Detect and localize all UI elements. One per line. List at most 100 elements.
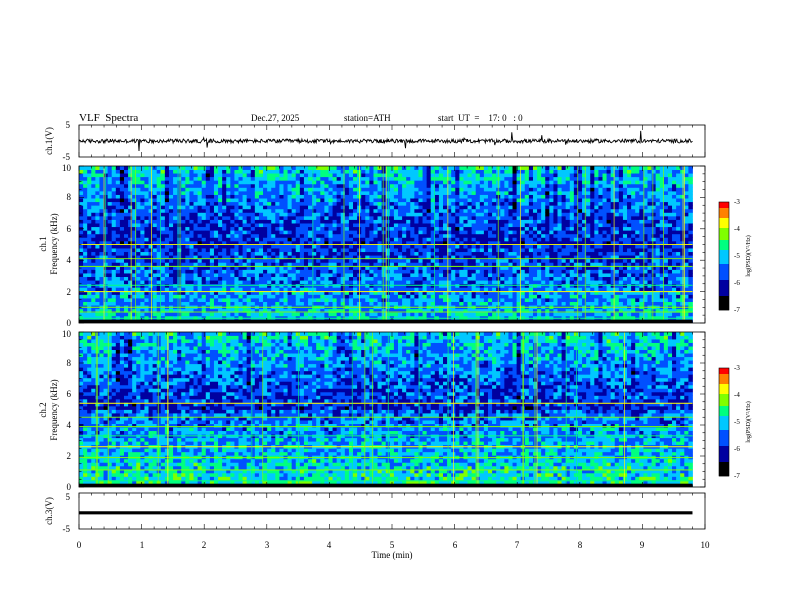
spectrogram-cell <box>95 262 100 267</box>
spectrogram-cell <box>144 280 149 285</box>
spectrogram-cell <box>500 248 505 253</box>
spectrogram-cell <box>361 312 366 317</box>
spectrogram-cell <box>201 187 207 192</box>
spectrogram-cell <box>524 223 530 228</box>
spectrogram-cell <box>340 223 346 228</box>
spectrogram-cell <box>377 180 383 185</box>
spectrogram-cell <box>361 212 366 217</box>
spectrogram-cell <box>258 208 264 213</box>
spectrogram-cell <box>234 262 239 267</box>
spectrogram-cell <box>246 198 252 203</box>
spectrogram-cell <box>377 262 383 267</box>
spectrogram-cell <box>410 205 415 210</box>
spectrogram-cell <box>185 166 190 170</box>
spectrogram-cell <box>467 183 473 188</box>
spectrogram-cell <box>365 187 370 192</box>
spectrogram-cell <box>234 226 239 231</box>
spectrogram-cell <box>308 180 313 185</box>
spectrogram-cell <box>140 280 145 285</box>
spectrogram-cell <box>299 237 305 242</box>
spectrogram-cell <box>181 280 186 285</box>
spectrogram-cell <box>508 223 513 228</box>
spectrogram-cell <box>291 287 297 292</box>
spectrogram-cell <box>344 230 350 235</box>
spectrogram-cell <box>353 262 358 267</box>
spectrogram-cell <box>348 301 354 306</box>
spectrogram-cell <box>267 219 272 224</box>
spectrogram-cell <box>218 251 223 256</box>
spectrogram-cell <box>132 169 137 174</box>
spectrogram-cell <box>422 269 428 274</box>
spectrogram-cell <box>275 223 280 228</box>
spectrogram-cell <box>160 208 166 213</box>
spectrogram-cell <box>483 183 489 188</box>
spectrogram-cell <box>197 233 203 238</box>
spectrogram-cell <box>119 173 125 178</box>
spectrogram-cell <box>168 248 174 253</box>
spectrogram-cell <box>299 258 305 263</box>
spectrogram-cell <box>164 183 170 188</box>
spectrogram-cell <box>258 173 264 178</box>
spectrogram-cell <box>438 276 444 281</box>
spectrogram-cell <box>410 287 415 292</box>
spectrogram-cell <box>504 262 509 267</box>
spectrogram-cell <box>275 251 280 256</box>
spectrogram-cell <box>487 248 493 253</box>
spectrogram-cell <box>422 226 428 231</box>
spectrogram-cell <box>303 219 309 224</box>
spectrogram-cell <box>267 237 272 242</box>
spectrogram-cell <box>115 312 121 317</box>
spectrogram-cell <box>451 180 456 185</box>
spectrogram-cell <box>377 237 383 242</box>
spectrogram-cell <box>324 269 329 274</box>
spectrogram-cell <box>287 180 293 185</box>
spectrogram-cell <box>205 233 211 238</box>
spectrogram-cell <box>410 276 415 281</box>
spectrogram-cell <box>185 226 190 231</box>
spectrogram-cell <box>500 180 505 185</box>
spectrogram-cell <box>185 298 190 302</box>
spectrogram-cell <box>107 280 113 285</box>
spectrogram-cell <box>291 244 297 249</box>
spectrogram-cell <box>144 251 149 256</box>
spectrogram-cell <box>234 187 239 192</box>
spectrogram-cell <box>152 190 158 195</box>
spectrogram-cell <box>152 276 158 281</box>
spectrogram-cell <box>451 294 456 299</box>
spectrogram-cell <box>398 276 403 281</box>
spectrogram-cell <box>140 237 145 242</box>
spectrogram-cell <box>99 248 104 253</box>
spectrogram-cell <box>398 169 403 174</box>
spectrogram-cell <box>373 183 378 188</box>
spectrogram-cell <box>291 208 297 213</box>
spectrogram-cell <box>365 248 370 253</box>
spectrogram-cell <box>320 226 325 231</box>
spectrogram-cell <box>111 280 117 285</box>
spectrogram-cell <box>365 215 370 220</box>
spectrogram-cell <box>344 301 350 306</box>
spectrogram-cell <box>316 187 321 192</box>
spectrogram-cell <box>483 176 489 181</box>
spectrogram-cell <box>381 233 387 238</box>
spectrogram-cell <box>467 280 473 285</box>
spectrogram-cell <box>426 169 432 174</box>
spectrogram-cell <box>475 233 481 238</box>
spectrogram-cell <box>79 301 84 306</box>
spectrogram-cell <box>168 219 174 224</box>
spectrogram-cell <box>209 226 215 231</box>
spectrogram-cell <box>479 223 485 228</box>
spectrogram-cell <box>467 269 473 274</box>
spectrogram-cell <box>320 201 325 206</box>
spectrogram-cell <box>123 312 129 317</box>
spectrogram-cell <box>504 287 509 292</box>
spectrogram-cell <box>455 226 460 231</box>
spectrogram-cell <box>365 180 370 185</box>
spectrogram-cell <box>299 187 305 192</box>
spectrogram-cell <box>242 287 248 292</box>
spectrogram-cell <box>197 215 203 220</box>
spectrogram-cell <box>487 276 493 281</box>
spectrogram-cell <box>258 258 264 263</box>
spectrogram-cell <box>123 183 129 188</box>
spectrogram-cell <box>389 251 395 256</box>
spectrogram-cell <box>144 219 149 224</box>
